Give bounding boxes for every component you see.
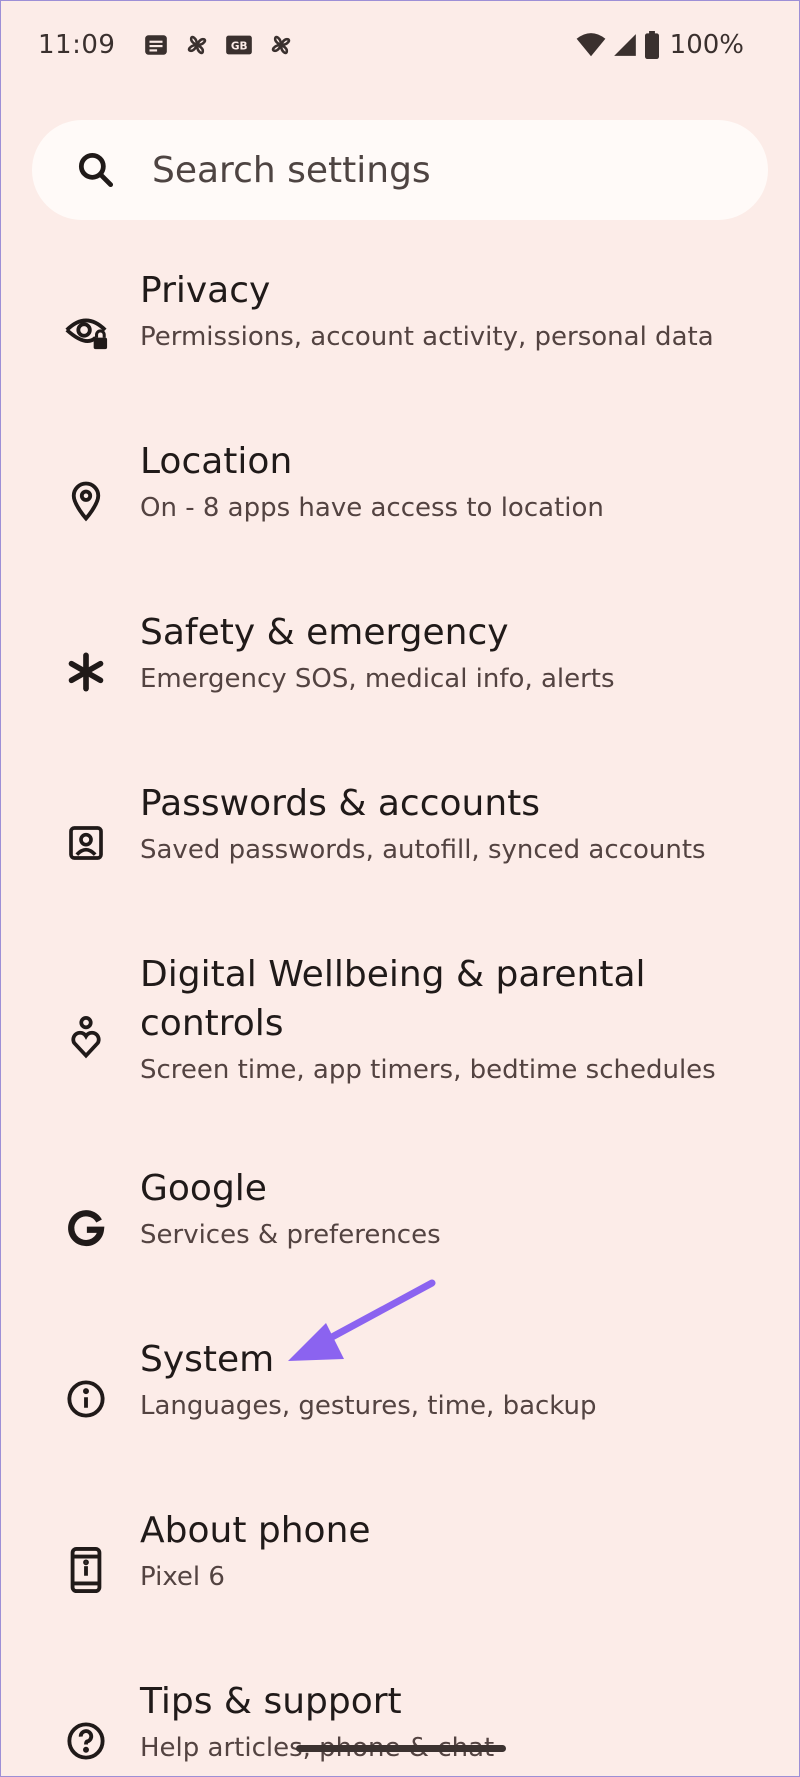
settings-item-text: Location On - 8 apps have access to loca… [140, 437, 760, 526]
settings-item-google[interactable]: Google Services & preferences [0, 1164, 800, 1284]
settings-item-location[interactable]: Location On - 8 apps have access to loca… [0, 437, 800, 557]
settings-item-passwords-accounts[interactable]: Passwords & accounts Saved passwords, au… [0, 779, 800, 899]
account-box-icon [62, 819, 110, 867]
cell-signal-icon [612, 32, 638, 58]
settings-item-title: Privacy [140, 270, 271, 311]
asterisk-icon [62, 648, 110, 696]
settings-item-title: About phone [140, 1510, 371, 1551]
svg-text:GB: GB [231, 41, 248, 53]
settings-item-title: Location [140, 441, 293, 482]
info-icon [62, 1375, 110, 1423]
settings-item-title: Digital Wellbeing & parental controls [140, 954, 646, 1044]
settings-item-title: Passwords & accounts [140, 783, 541, 824]
settings-item-safety-emergency[interactable]: Safety & emergency Emergency SOS, medica… [0, 608, 800, 728]
battery-icon [644, 31, 660, 59]
settings-item-subtitle: Pixel 6 [140, 1562, 225, 1592]
settings-item-text: Tips & support Help articles, phone & ch… [140, 1677, 760, 1766]
location-pin-icon [62, 477, 110, 525]
settings-item-about-phone[interactable]: About phone Pixel 6 [0, 1506, 800, 1626]
news-icon [143, 32, 169, 58]
settings-item-privacy[interactable]: Privacy Permissions, account activity, p… [0, 266, 800, 386]
settings-item-text: Safety & emergency Emergency SOS, medica… [140, 608, 760, 697]
battery-percentage: 100% [669, 30, 744, 60]
settings-item-text: System Languages, gestures, time, backup [140, 1335, 760, 1424]
status-right: 100% [576, 30, 744, 60]
navigation-gesture-handle[interactable] [296, 1745, 506, 1752]
settings-item-text: Digital Wellbeing & parental controls Sc… [140, 950, 760, 1088]
wifi-icon [576, 32, 606, 58]
settings-item-subtitle: Saved passwords, autofill, synced accoun… [140, 835, 706, 865]
settings-item-title: Tips & support [140, 1681, 402, 1722]
wellbeing-icon [62, 1013, 110, 1061]
privacy-eye-lock-icon [62, 306, 110, 354]
pinwheel-icon [183, 31, 211, 59]
settings-item-text: Google Services & preferences [140, 1164, 760, 1253]
status-left: 11:09 GB [38, 30, 295, 60]
settings-item-title: Google [140, 1168, 267, 1209]
annotation-arrow-icon [288, 1279, 436, 1361]
settings-item-subtitle: On - 8 apps have access to location [140, 493, 604, 523]
status-time: 11:09 [38, 30, 116, 60]
settings-item-digital-wellbeing[interactable]: Digital Wellbeing & parental controls Sc… [0, 950, 800, 1118]
settings-item-subtitle: Emergency SOS, medical info, alerts [140, 664, 615, 694]
settings-item-subtitle: Languages, gestures, time, backup [140, 1391, 597, 1421]
pinwheel-icon [267, 31, 295, 59]
help-icon [62, 1717, 110, 1765]
status-bar: 11:09 GB 100% [0, 0, 800, 90]
settings-item-text: Passwords & accounts Saved passwords, au… [140, 779, 760, 868]
google-g-icon [62, 1204, 110, 1252]
settings-item-text: About phone Pixel 6 [140, 1506, 760, 1595]
settings-item-title: Safety & emergency [140, 612, 509, 653]
phone-icon [62, 1546, 110, 1594]
settings-item-subtitle: Services & preferences [140, 1220, 441, 1250]
gmail-business-icon: GB [225, 32, 253, 58]
settings-item-subtitle: Screen time, app timers, bedtime schedul… [140, 1055, 716, 1085]
search-settings-bar[interactable]: Search settings [32, 120, 768, 220]
settings-item-text: Privacy Permissions, account activity, p… [140, 266, 760, 355]
settings-item-tips-support[interactable]: Tips & support Help articles, phone & ch… [0, 1677, 800, 1777]
settings-item-subtitle: Permissions, account activity, personal … [140, 322, 714, 352]
search-icon [74, 148, 118, 192]
search-placeholder: Search settings [152, 149, 431, 191]
settings-item-title: System [140, 1339, 275, 1380]
